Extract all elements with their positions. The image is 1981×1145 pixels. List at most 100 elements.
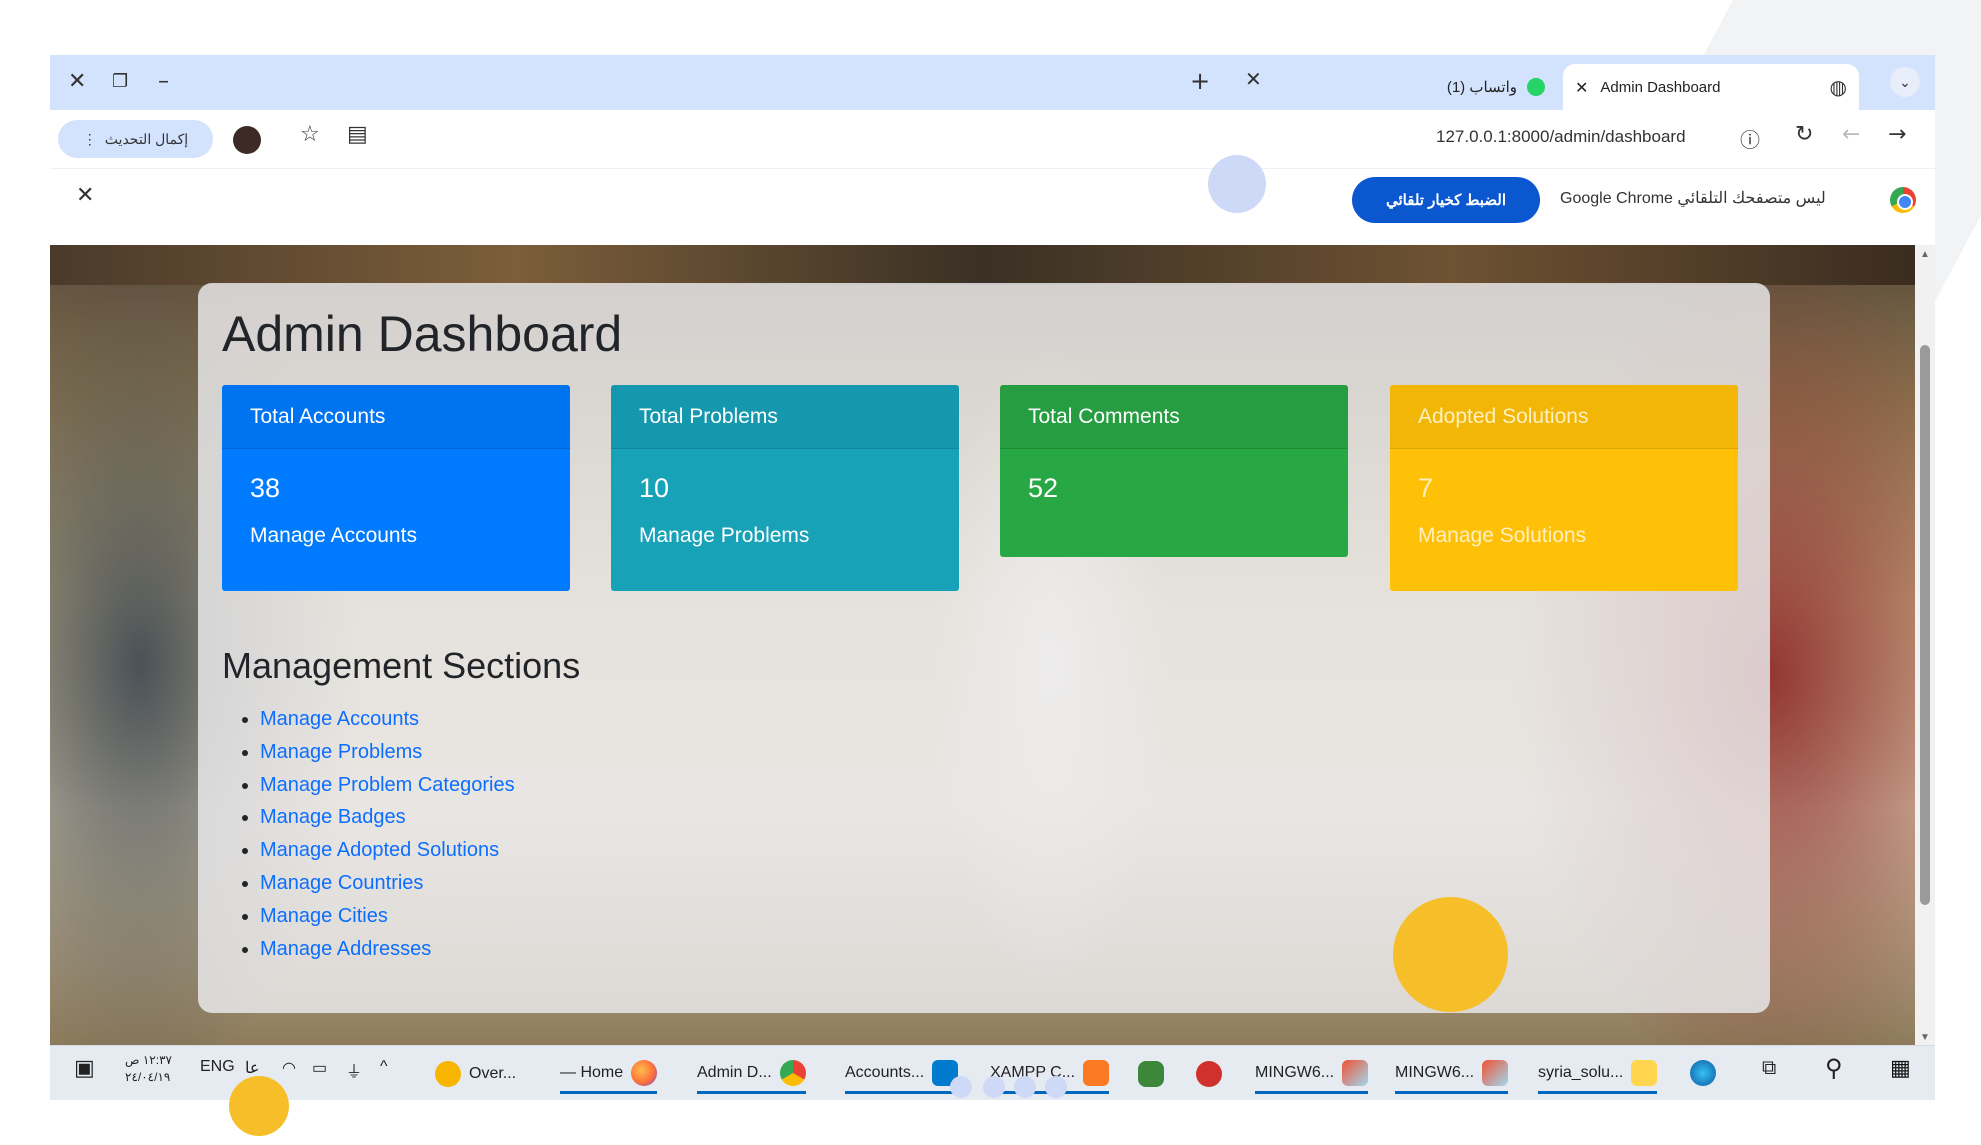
site-info-icon[interactable]: ⓘ xyxy=(1740,124,1760,153)
list-item: Manage Badges xyxy=(260,801,515,834)
tab-admin-dashboard[interactable]: ✕ Admin Dashboard ◍ xyxy=(1563,64,1859,110)
overleaf-icon xyxy=(435,1061,461,1087)
ime-indicator[interactable]: عا xyxy=(245,1058,259,1078)
forward-icon[interactable]: ← xyxy=(1842,122,1860,147)
decorative-circle xyxy=(1045,1076,1067,1098)
close-infobar-icon[interactable]: ✕ xyxy=(76,183,94,208)
browser-window: ✕ ❐ – + ✕ (1) واتساب ✕ Admin Dashboard ◍… xyxy=(50,55,1935,1100)
list-item: Manage Cities xyxy=(260,900,515,933)
page-scrollbar[interactable]: ▲ ▼ xyxy=(1915,245,1935,1047)
wifi-icon[interactable]: ◠ xyxy=(282,1058,296,1078)
taskbar-app-mingw-2[interactable]: MINGW6... xyxy=(1395,1054,1509,1094)
back-icon[interactable]: → xyxy=(1888,122,1906,147)
decorative-circle xyxy=(983,1076,1005,1098)
infobar-message: Google Chrome ليس متصفحك التلقائي xyxy=(1560,190,1826,207)
clock-time: ١٢:٣٧ ص xyxy=(125,1053,172,1067)
section-link-countries[interactable]: Manage Countries xyxy=(260,872,423,894)
tab-strip: ✕ ❐ – + ✕ (1) واتساب ✕ Admin Dashboard ◍… xyxy=(50,55,1935,110)
profile-avatar[interactable] xyxy=(233,126,261,154)
scroll-up-icon[interactable]: ▲ xyxy=(1920,249,1930,260)
bookmark-star-icon[interactable]: ☆ xyxy=(300,122,320,147)
list-item: Manage Adopted Solutions xyxy=(260,834,515,867)
decorative-circle xyxy=(1393,897,1508,1012)
usb-icon[interactable]: ⏚ xyxy=(346,1058,362,1082)
card-header: Total Accounts xyxy=(222,385,570,449)
list-item: Manage Problems xyxy=(260,736,515,769)
folder-icon xyxy=(1631,1059,1658,1086)
language-indicator[interactable]: ENG xyxy=(200,1058,235,1076)
card-total-comments: Total Comments 52 xyxy=(1000,385,1348,557)
minimize-window-icon[interactable]: – xyxy=(158,67,169,97)
taskbar-app-overleaf[interactable]: Over... xyxy=(435,1054,516,1094)
card-total-accounts: Total Accounts 38 Manage Accounts xyxy=(222,385,570,591)
edge-icon[interactable] xyxy=(1690,1060,1716,1086)
address-bar[interactable]: 127.0.0.1:8000/admin/dashboard xyxy=(1436,127,1686,147)
tab-search-icon[interactable]: ⌄ xyxy=(1890,67,1920,97)
dashboard-panel: Admin Dashboard Total Accounts 38 Manage… xyxy=(198,283,1770,1013)
taskbar-app-p[interactable] xyxy=(1196,1054,1222,1094)
scroll-down-icon[interactable]: ▼ xyxy=(1920,1032,1930,1043)
section-link-accounts[interactable]: Manage Accounts xyxy=(260,708,419,730)
taskbar-app-mingw-1[interactable]: MINGW6... xyxy=(1255,1054,1369,1094)
list-item: Manage Countries xyxy=(260,867,515,900)
taskbar-app-firefox[interactable]: — Home xyxy=(560,1054,658,1094)
close-tab-icon[interactable]: ✕ xyxy=(1575,78,1588,97)
card-header: Total Problems xyxy=(611,385,959,449)
close-window-icon[interactable]: ✕ xyxy=(68,67,86,97)
card-count: 7 xyxy=(1418,473,1434,503)
taskbar-app-explorer[interactable]: syria_solu... xyxy=(1538,1054,1658,1094)
section-link-problem-categories[interactable]: Manage Problem Categories xyxy=(260,774,515,796)
taskbar-app-node[interactable] xyxy=(1138,1054,1164,1094)
tab-whatsapp[interactable]: (1) واتساب xyxy=(1370,64,1555,110)
tray-expand-icon[interactable]: ^ xyxy=(380,1058,388,1076)
manage-accounts-link[interactable]: Manage Accounts xyxy=(250,524,542,548)
restore-window-icon[interactable]: ❐ xyxy=(112,67,128,97)
app-label: Over... xyxy=(469,1065,517,1082)
card-header: Adopted Solutions xyxy=(1390,385,1738,449)
card-total-problems: Total Problems 10 Manage Problems xyxy=(611,385,959,591)
decorative-circle xyxy=(950,1076,972,1098)
globe-icon: ◍ xyxy=(1829,75,1847,99)
section-link-cities[interactable]: Manage Cities xyxy=(260,905,388,927)
scroll-thumb[interactable] xyxy=(1920,345,1930,905)
close-tab-icon[interactable]: ✕ xyxy=(1245,67,1262,91)
decorative-circle xyxy=(1208,155,1266,213)
more-menu-icon: ⋮ xyxy=(82,130,97,147)
start-icon[interactable]: ▦ xyxy=(1890,1055,1911,1081)
tab-label: Admin Dashboard xyxy=(1600,78,1721,96)
section-link-problems[interactable]: Manage Problems xyxy=(260,741,422,763)
section-link-badges[interactable]: Manage Badges xyxy=(260,806,406,828)
git-icon xyxy=(1342,1059,1369,1086)
management-sections-list: Manage Accounts Manage Problems Manage P… xyxy=(260,703,515,965)
app-label: syria_solu... xyxy=(1538,1063,1624,1081)
section-link-addresses[interactable]: Manage Addresses xyxy=(260,938,431,960)
list-item: Manage Problem Categories xyxy=(260,769,515,802)
battery-icon[interactable]: ▭ xyxy=(312,1058,327,1078)
xampp-icon xyxy=(1083,1059,1110,1086)
task-view-icon[interactable]: ⧉ xyxy=(1762,1057,1776,1080)
app-label: Accounts... xyxy=(845,1063,925,1081)
list-item: Manage Accounts xyxy=(260,703,515,736)
notification-icon[interactable]: ▣ xyxy=(74,1055,95,1081)
decorative-circle xyxy=(1014,1076,1036,1098)
manage-solutions-link[interactable]: Manage Solutions xyxy=(1418,524,1710,548)
page-title: Admin Dashboard xyxy=(222,306,623,362)
card-count: 10 xyxy=(639,473,670,503)
node-icon xyxy=(1138,1061,1164,1087)
section-link-adopted-solutions[interactable]: Manage Adopted Solutions xyxy=(260,839,499,861)
manage-problems-link[interactable]: Manage Problems xyxy=(639,524,931,548)
p-app-icon xyxy=(1196,1061,1222,1087)
extensions-icon[interactable]: ▤ xyxy=(347,122,368,147)
set-default-button[interactable]: الضبط كخيار تلقائي xyxy=(1352,177,1540,223)
app-label: — Home xyxy=(560,1063,624,1081)
taskbar-app-vscode[interactable]: Accounts... xyxy=(845,1054,959,1094)
taskbar-app-chrome[interactable]: Admin D... xyxy=(697,1054,806,1094)
search-icon[interactable]: ⚲ xyxy=(1825,1054,1843,1083)
update-label: إكمال التحديث xyxy=(104,130,189,147)
new-tab-icon[interactable]: + xyxy=(1190,67,1210,95)
decorative-circle xyxy=(229,1076,289,1136)
tray-clock[interactable]: ١٢:٣٧ ص ٢٤/٠٤/١٩ xyxy=(125,1052,172,1086)
chrome-icon xyxy=(779,1059,806,1086)
reload-icon[interactable]: ↻ xyxy=(1795,122,1813,147)
update-button[interactable]: ⋮ إكمال التحديث xyxy=(58,120,213,158)
